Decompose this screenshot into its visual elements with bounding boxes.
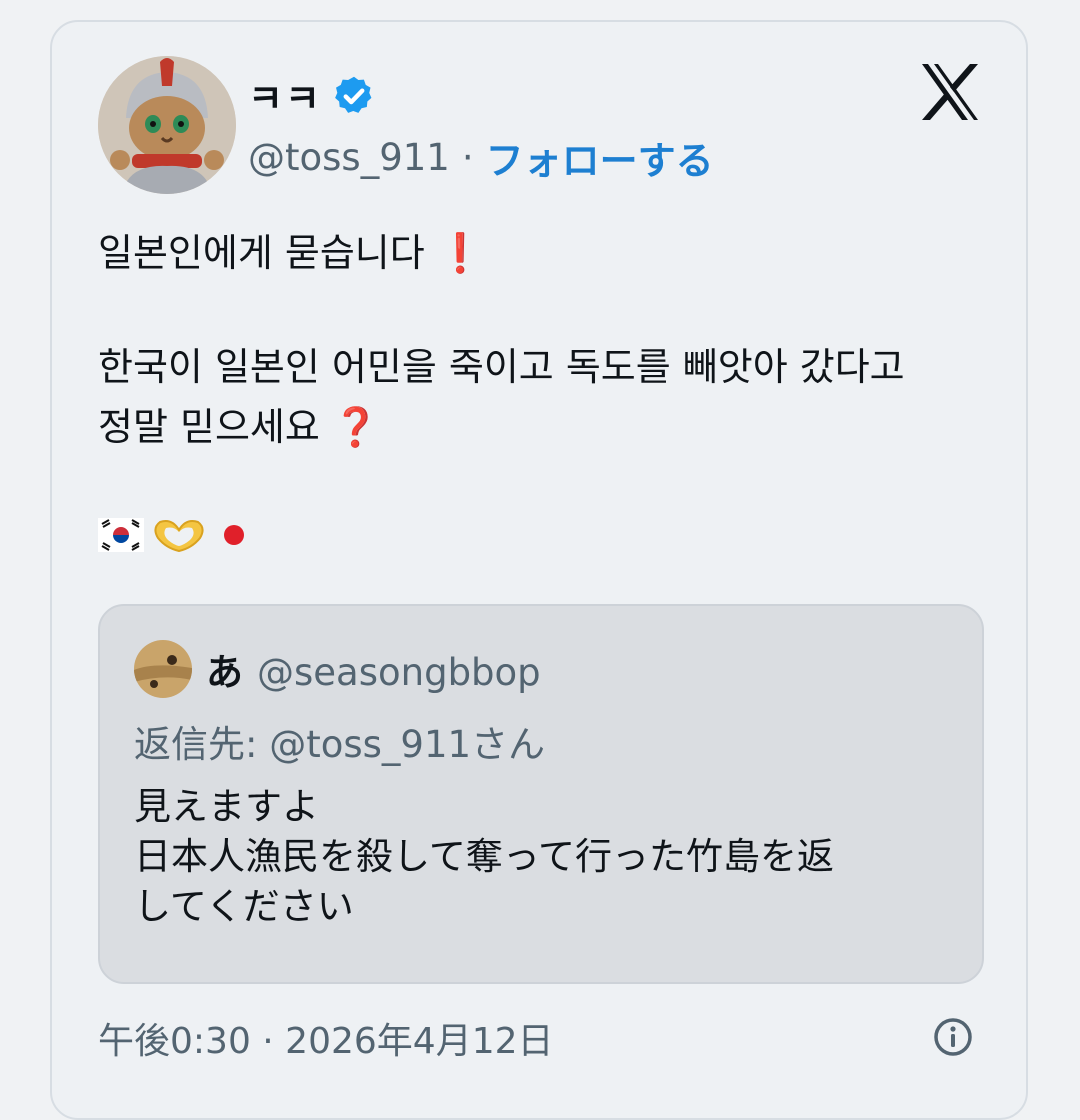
x-logo-icon[interactable]: [918, 62, 982, 122]
author-handle[interactable]: @toss_911: [248, 136, 450, 179]
post-text-line-1: 일본인에게 묻습니다 ❗: [98, 231, 485, 275]
separator-dot: ·: [461, 136, 474, 179]
quoted-author-avatar[interactable]: [134, 640, 192, 698]
author-avatar[interactable]: [98, 56, 236, 194]
emoji-row: [98, 518, 254, 552]
quoted-author-name: あ: [206, 651, 243, 694]
quoted-post-text: 見えますよ 日本人漁民を殺して奪って行った竹島を返 してください: [134, 782, 834, 932]
post-timestamp[interactable]: 午後0:30 · 2026年4月12日: [98, 1012, 554, 1064]
post-text-line-3: 정말 믿으세요 ❓: [98, 405, 380, 449]
quoted-line: してください: [134, 885, 354, 928]
red-circle-icon: [224, 525, 244, 545]
embedded-post-card: ㅋㅋ @toss_911 · フォローする 일본인에게 묻습니다 ❗ 한국이 일…: [50, 20, 1028, 1120]
quoted-author-row: あ @seasongbbop: [206, 642, 541, 696]
quoted-line: 日本人漁民を殺して奪って行った竹島を返: [134, 835, 835, 878]
quoted-line: 見えますよ: [134, 785, 319, 828]
exclamation-emoji: ❗: [436, 231, 485, 275]
author-handle-row: @toss_911 · フォローする: [248, 130, 714, 185]
question-emoji: ❓: [331, 405, 380, 449]
follow-button[interactable]: フォローする: [486, 130, 714, 185]
reply-to-text: 返信先: @toss_911さん: [134, 723, 546, 766]
korean-flag-icon: [98, 518, 144, 552]
author-name-row: ㅋㅋ: [248, 68, 376, 123]
author-display-name[interactable]: ㅋㅋ: [248, 68, 322, 123]
post-text-line-2: 한국이 일본인 어민을 죽이고 독도를 빼앗아 갔다고: [98, 345, 905, 389]
info-icon[interactable]: [932, 1016, 974, 1058]
quoted-author-handle: @seasongbbop: [257, 651, 541, 694]
heart-hands-icon: [154, 520, 204, 552]
quoted-post[interactable]: あ @seasongbbop 返信先: @toss_911さん 見えますよ 日本…: [98, 604, 984, 984]
verified-badge-icon: [335, 76, 372, 113]
